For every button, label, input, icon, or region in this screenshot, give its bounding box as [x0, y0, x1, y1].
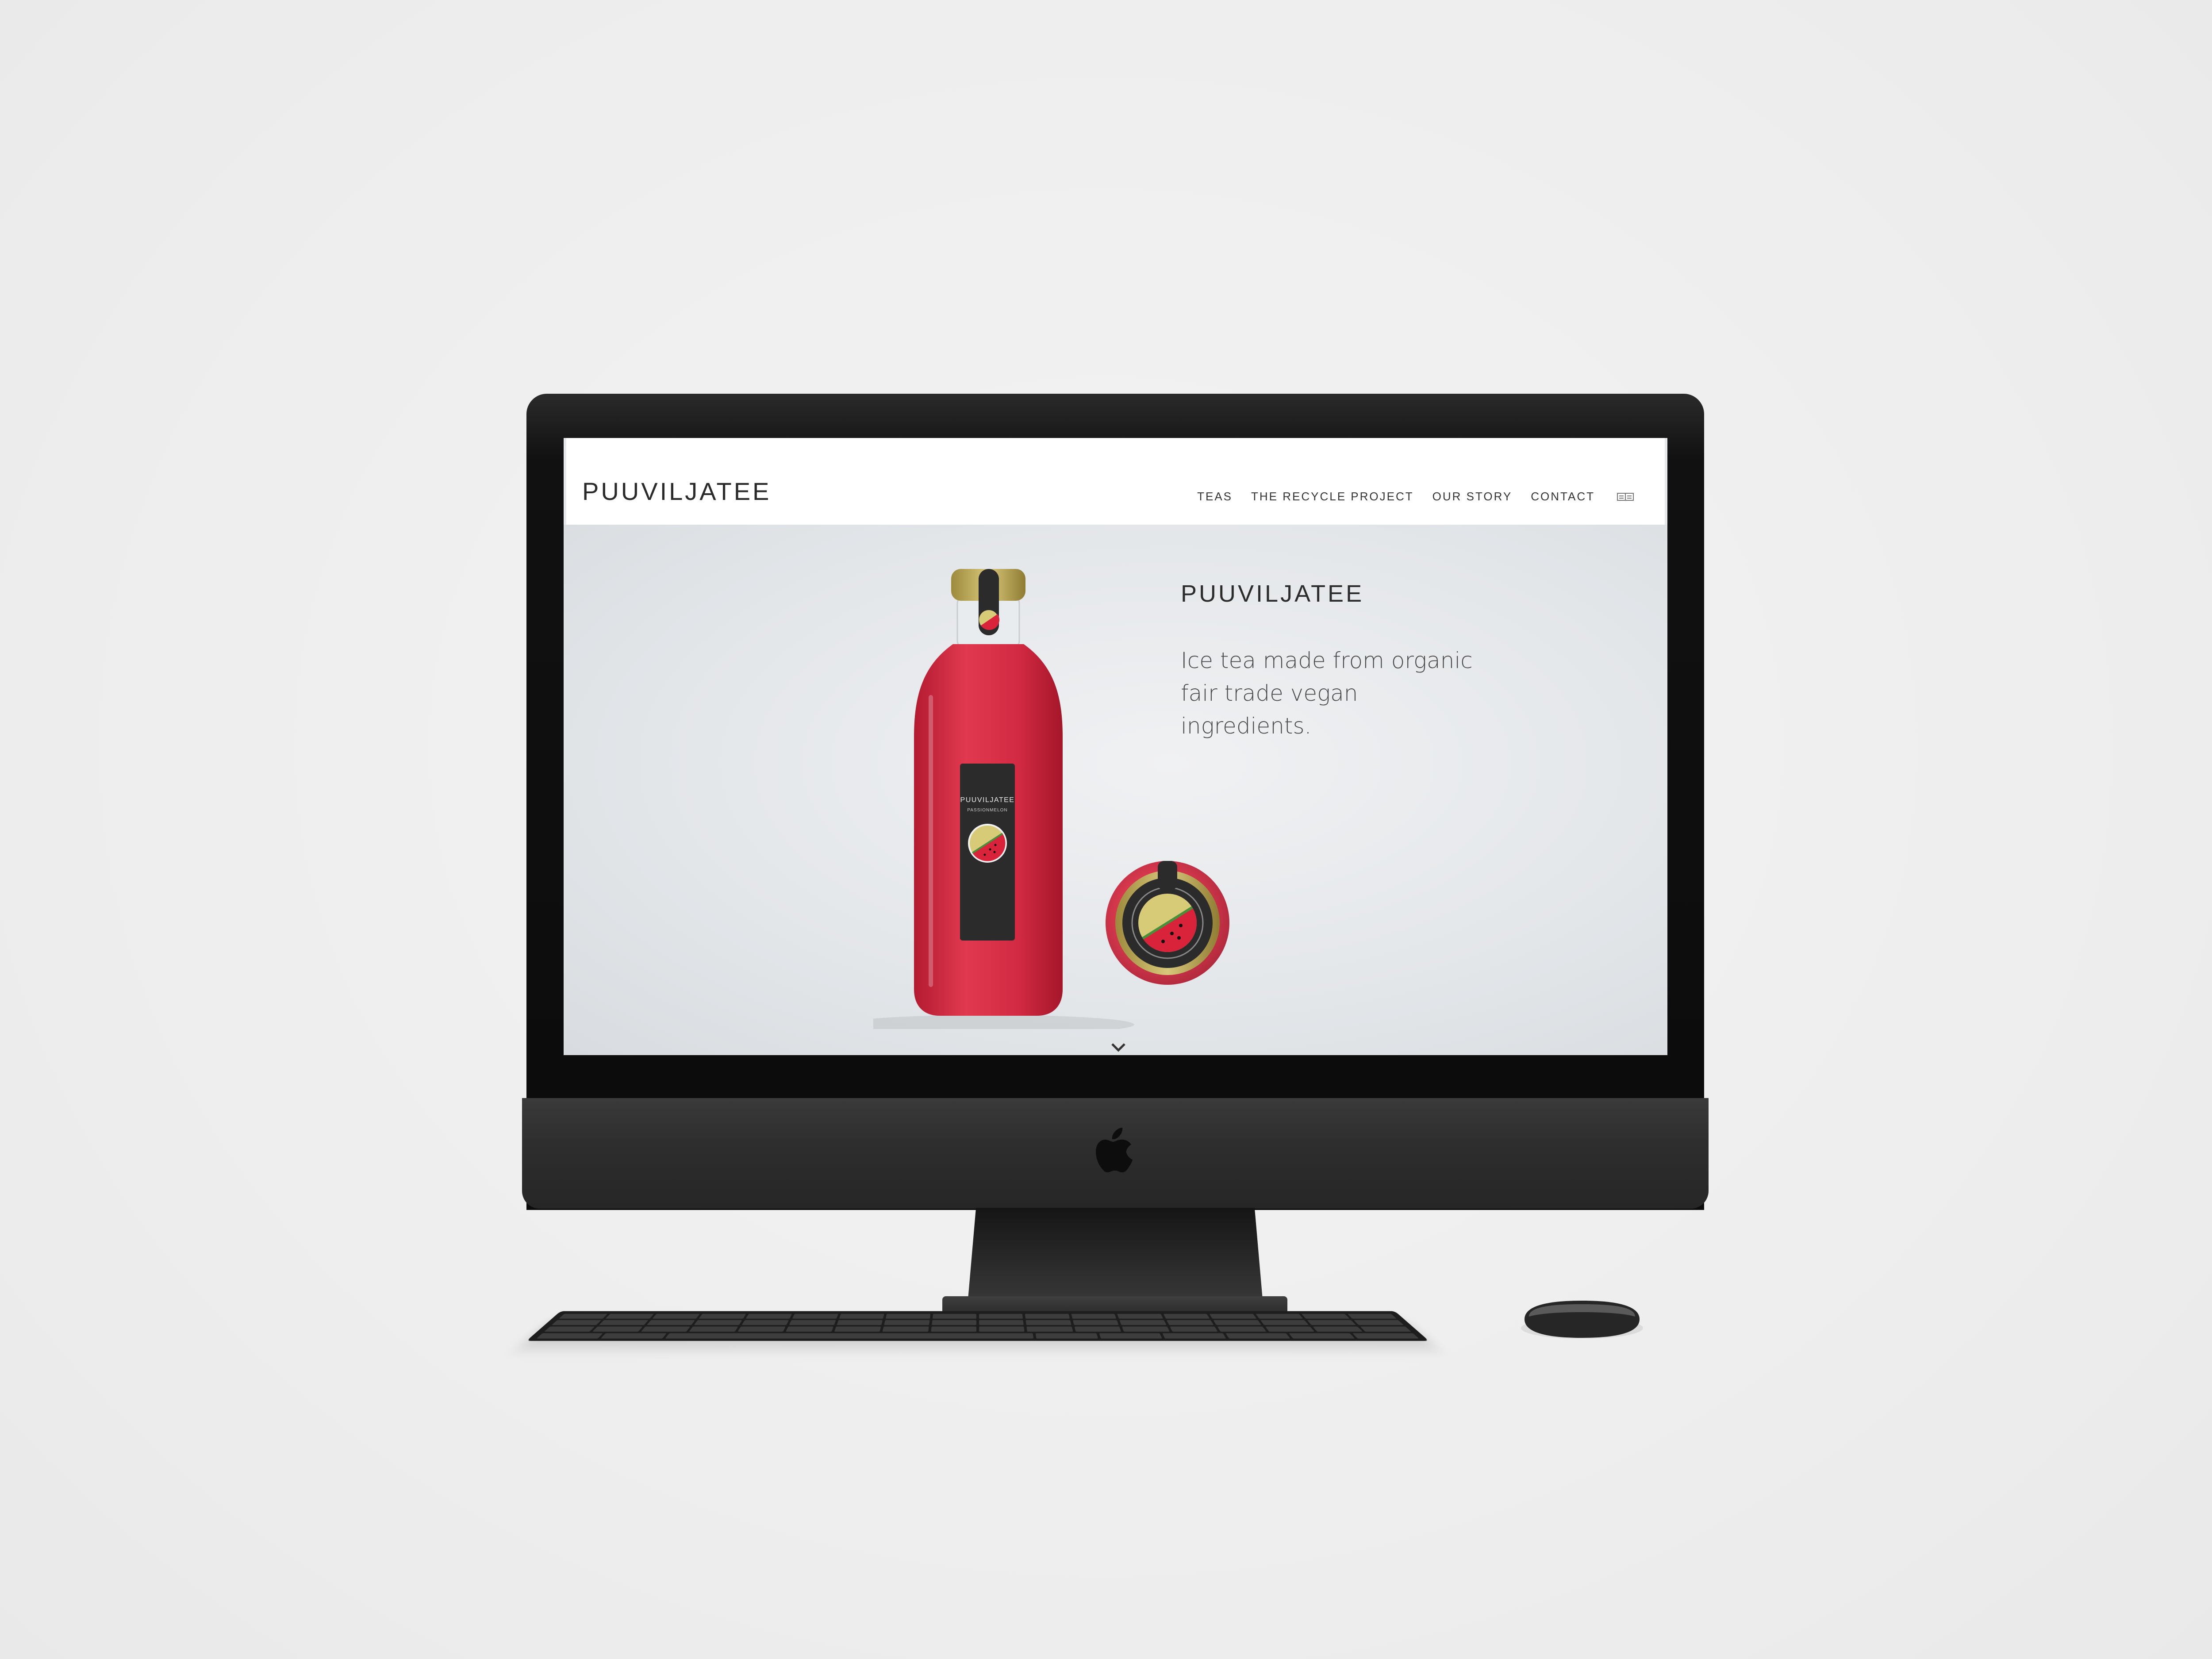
hero-title: PUUVILJATEE: [1181, 580, 1364, 607]
nav-item-contact[interactable]: CONTACT: [1531, 490, 1595, 503]
nav-item-our-story[interactable]: OUR STORY: [1432, 490, 1513, 503]
melon-badge-icon: [968, 824, 1007, 863]
mouse: [1521, 1301, 1643, 1339]
hero-product-image: PUUVILJATEE PASSIONMELON: [873, 569, 1229, 1029]
main-nav: TEAS THE RECYCLE PROJECT OUR STORY CONTA…: [1197, 490, 1634, 503]
cart-icon[interactable]: [1617, 492, 1634, 502]
apple-logo-icon: [1096, 1128, 1133, 1172]
hero-description: Ice tea made from organic fair trade veg…: [1181, 648, 1473, 739]
screen: PUUVILJATEE TEAS THE RECYCLE PROJECT OUR…: [564, 438, 1667, 1055]
chevron-down-icon[interactable]: [1110, 1042, 1126, 1052]
label-brand-text: PUUVILJATEE: [960, 796, 1015, 804]
keyboard: [526, 1311, 1429, 1341]
imac-stand: [967, 1208, 1263, 1310]
nav-item-teas[interactable]: TEAS: [1197, 490, 1233, 503]
jar-product-image: [1106, 861, 1229, 985]
hero-section: PUUVILJATEE PASSIONMELON PUUVILJATEE Ice…: [564, 525, 1667, 1055]
site-header: PUUVILJATEE TEAS THE RECYCLE PROJECT OUR…: [566, 438, 1665, 525]
label-flavor-text: PASSIONMELON: [967, 808, 1007, 813]
brand-logo[interactable]: PUUVILJATEE: [582, 477, 771, 506]
nav-item-recycle-project[interactable]: THE RECYCLE PROJECT: [1251, 490, 1414, 503]
